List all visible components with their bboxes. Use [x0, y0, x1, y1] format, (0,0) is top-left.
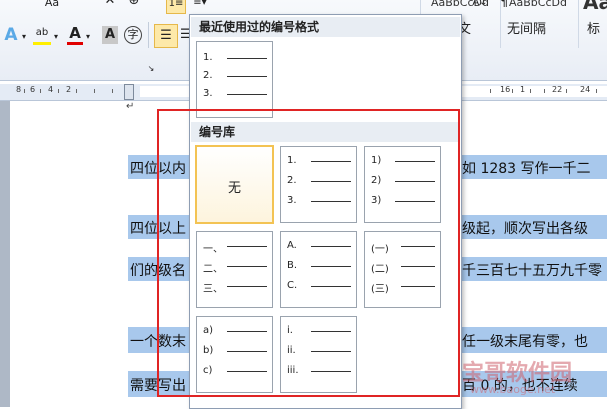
style-tile-heading[interactable]: Aa 标 [578, 0, 607, 48]
ruler-number: 24 [580, 85, 591, 94]
doc-line-right: 千三百七十五万九千零 [462, 263, 602, 279]
number-label: 1. [203, 52, 213, 63]
ruler-number: 22 [552, 85, 563, 94]
paragraph-mark: ↵ [126, 101, 135, 112]
enclosed-character-button[interactable]: 字 [124, 26, 142, 44]
indent-marker-icon[interactable] [124, 84, 134, 100]
ruler-number: 16 [500, 85, 511, 94]
numbering-button[interactable]: 1≡ [166, 0, 186, 14]
style-name-label: 标 [587, 22, 601, 37]
highlight-swatch [33, 42, 51, 45]
style-tile-no-spacing[interactable]: AaBbCcDd 无间隔 [500, 0, 579, 48]
font-group-launcher-icon[interactable]: ↘ [146, 60, 156, 78]
ruler-number: 6 [30, 85, 36, 94]
style-sample-text: Aa [583, 0, 607, 14]
font-size-button[interactable]: Aa [40, 0, 64, 12]
doc-line-right: 任一级末尾有零，也 [462, 334, 588, 350]
ruler-number: 4 [48, 85, 54, 94]
ruler-number: 1 [520, 85, 526, 94]
recent-format-tile[interactable]: 1. 2. 3. [196, 41, 273, 118]
highlight-button[interactable]: ab [32, 24, 52, 42]
multilevel-list-icon[interactable]: ≡▾ [190, 0, 210, 12]
highlight-dropdown-icon[interactable]: ▾ [52, 28, 60, 46]
number-label: 3. [203, 88, 213, 99]
doc-line-right: 如 1283 写作一千二 [462, 161, 591, 177]
font-color-swatch [67, 42, 83, 45]
text-effects-dropdown-icon[interactable]: ▾ [20, 28, 28, 46]
ruler-number: 8 [16, 85, 22, 94]
font-color-button[interactable]: A [66, 24, 84, 42]
watermark-url: www.baoge.net [470, 383, 556, 396]
annotation-highlight-box [157, 109, 460, 397]
font-color-dropdown-icon[interactable]: ▾ [84, 28, 92, 46]
recent-formats-header: 最近使用过的编号格式 [191, 17, 460, 37]
style-sample-text: AaBbCcDd [431, 0, 489, 9]
bullets-icon[interactable]: ✕ [100, 0, 120, 10]
style-sample-text: AaBbCcDd [509, 0, 567, 9]
clear-format-icon[interactable]: ⊕ [124, 0, 144, 10]
align-left-button[interactable]: ☰ [154, 24, 178, 48]
number-label: 2. [203, 70, 213, 81]
text-effects-icon[interactable]: A [2, 26, 20, 44]
ribbon-separator [148, 22, 149, 48]
style-name-label: 无间隔 [507, 22, 547, 37]
character-shading-button[interactable]: A [102, 26, 118, 44]
ruler-number: 2 [66, 85, 72, 94]
doc-line-right: 级起，顺次写出各级 [462, 221, 588, 237]
